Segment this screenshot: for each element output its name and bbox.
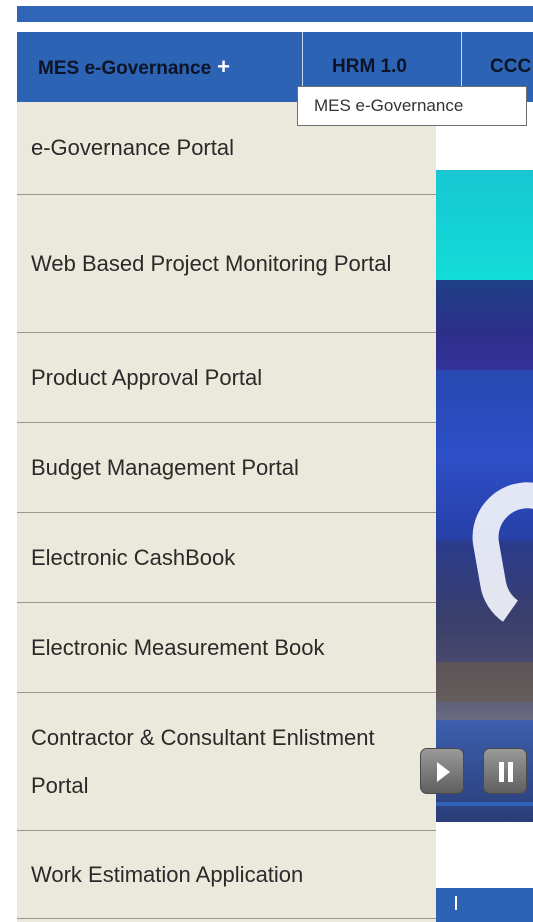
banner-band [436, 170, 533, 280]
menu-item-work-estimation-application[interactable]: Work Estimation Application [17, 831, 436, 919]
menu-item-label: Product Approval Portal [31, 364, 263, 390]
menu-item-web-based-project-monitoring-portal[interactable]: Web Based Project Monitoring Portal [17, 195, 436, 333]
banner-slideshow-image [436, 102, 533, 822]
plus-icon: + [217, 54, 231, 79]
menu-item-label: Work Estimation Application [31, 861, 304, 887]
pause-icon [508, 762, 513, 782]
nav-item-label: HRM 1.0 [332, 56, 407, 77]
menu-item-label: Budget Management Portal [31, 454, 299, 480]
nav-item-label: MES e-Governance [38, 58, 212, 79]
page: MES e-Governance + HRM 1.0 CCC e-Governan… [0, 0, 533, 922]
slideshow-play-button[interactable] [420, 748, 464, 794]
menu-item-product-approval-portal[interactable]: Product Approval Portal [17, 333, 436, 423]
pause-icon [499, 762, 504, 782]
menu-item-budget-management-portal[interactable]: Budget Management Portal [17, 423, 436, 513]
banner-band [436, 280, 533, 370]
menu-item-label: Electronic Measurement Book [31, 634, 325, 660]
menu-item-label: Web Based Project Monitoring Portal [31, 250, 392, 276]
banner-stage [436, 662, 533, 702]
top-strip [17, 6, 533, 22]
nav-tooltip: MES e-Governance [297, 86, 527, 126]
slideshow-pause-button[interactable] [483, 748, 527, 794]
nav-item-mes-egovernance[interactable]: MES e-Governance + [38, 32, 230, 102]
menu-item-label: Contractor & Consultant Enlistment Porta… [31, 724, 375, 798]
play-icon [437, 762, 450, 782]
menu-item-contractor-consultant-enlistment-portal[interactable]: Contractor & Consultant Enlistment Porta… [17, 693, 436, 831]
menu-item-electronic-cashbook[interactable]: Electronic CashBook [17, 513, 436, 603]
menu-item-label: e-Governance Portal [31, 135, 234, 160]
menu-item-electronic-measurement-book[interactable]: Electronic Measurement Book [17, 603, 436, 693]
banner-divider [436, 802, 533, 806]
menu-item-label: Electronic CashBook [31, 544, 236, 570]
bottom-bar-divider [455, 896, 457, 910]
mes-egovernance-dropdown-menu: e-Governance Portal Web Based Project Mo… [17, 102, 436, 922]
nav-item-label: CCC [490, 56, 532, 77]
